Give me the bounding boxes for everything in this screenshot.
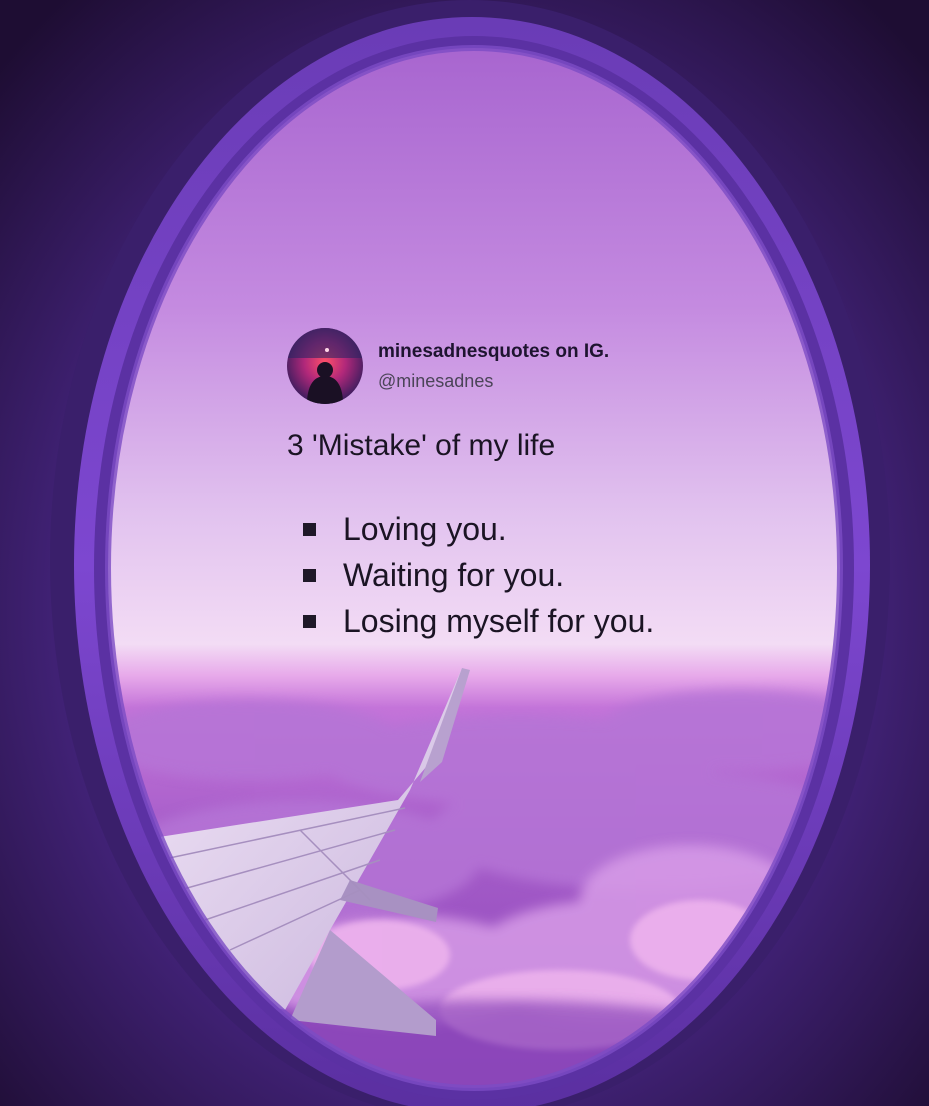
list-item-text: Waiting for you. <box>343 556 565 593</box>
avatar-silhouette-icon <box>287 328 363 404</box>
display-name[interactable]: minesadnesquotes on IG. <box>378 339 609 365</box>
post-title: 3 'Mistake' of my life <box>287 429 556 462</box>
post-header: minesadnesquotes on IG. @minesadnes <box>287 328 767 404</box>
list-item-text: Losing myself for you. <box>343 602 655 639</box>
square-bullet-icon <box>303 522 316 536</box>
user-handle[interactable]: @minesadnes <box>378 369 609 393</box>
avatar[interactable] <box>287 328 363 404</box>
quote-post: minesadnesquotes on IG. @minesadnes 3 'M… <box>287 328 767 644</box>
list-item-text: Loving you. <box>343 510 507 547</box>
square-bullet-icon <box>303 568 316 582</box>
list-item: Loving you. <box>303 506 767 552</box>
square-bullet-icon <box>303 614 316 628</box>
mistakes-list: Loving you. Waiting for you. Losing myse… <box>303 506 767 644</box>
list-item: Losing myself for you. <box>303 598 767 644</box>
list-item: Waiting for you. <box>303 552 767 598</box>
